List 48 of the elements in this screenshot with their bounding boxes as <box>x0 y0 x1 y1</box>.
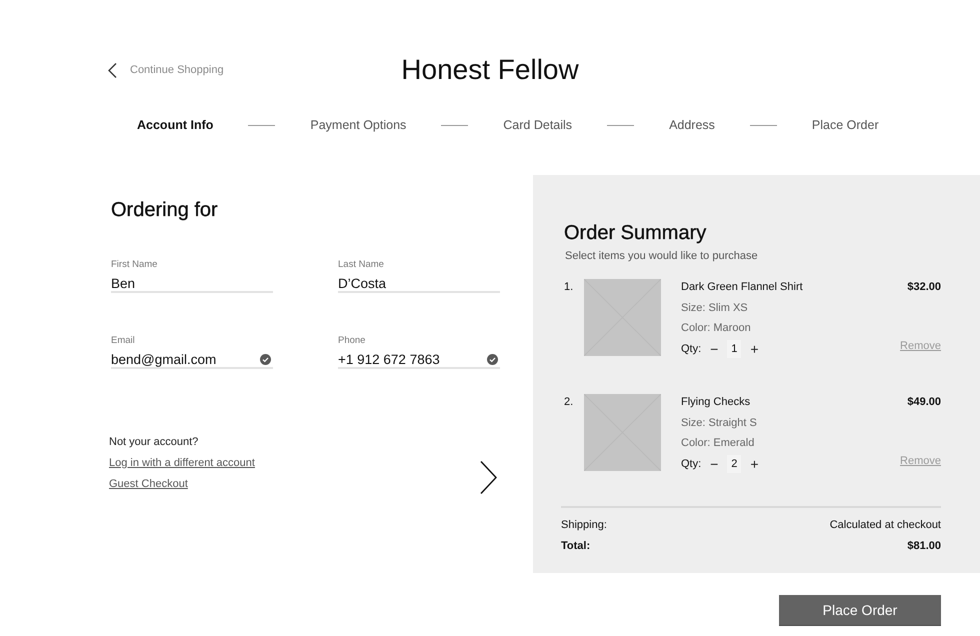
product-name: Dark Green Flannel Shirt <box>681 280 803 295</box>
increase-quantity-button[interactable]: + <box>748 456 761 472</box>
total-value: $81.00 <box>907 539 941 553</box>
increase-quantity-button[interactable]: + <box>748 340 761 357</box>
input-field[interactable]: bend@gmail.com <box>111 351 273 369</box>
check-circle-icon <box>487 354 498 364</box>
place-order-button[interactable]: Place Order <box>779 595 941 626</box>
field-label: Last Name <box>338 259 384 270</box>
total-label: Total: <box>561 539 590 553</box>
checkout-step-tab[interactable]: Address <box>669 118 715 132</box>
product-name: Flying Checks <box>681 395 750 410</box>
section-heading: Ordering for <box>111 198 218 222</box>
decrease-quantity-button[interactable]: − <box>708 340 720 357</box>
check-circle-icon <box>260 354 271 364</box>
chevron-left-icon <box>108 62 117 78</box>
decrease-quantity-button[interactable]: − <box>708 456 720 472</box>
item-number: 2. <box>564 395 574 409</box>
quantity-label: Qty: <box>681 456 702 472</box>
input-field[interactable]: +1 912 672 7863 <box>338 351 500 369</box>
shipping-value: Calculated at checkout <box>830 518 941 532</box>
checkout-step-tab[interactable]: Account Info <box>137 118 214 132</box>
field-label: Phone <box>338 335 366 346</box>
product-color: Color: Maroon <box>681 321 751 336</box>
quantity-field[interactable]: 2 <box>727 454 742 473</box>
account-prompt: Not your account? <box>109 435 198 449</box>
quantity-field[interactable]: 1 <box>727 340 742 358</box>
checkout-step-tab[interactable]: Card Details <box>503 118 572 132</box>
product-color: Color: Emerald <box>681 436 754 451</box>
store-title: Honest Fellow <box>401 53 579 87</box>
checkout-step-tab[interactable]: Place Order <box>812 118 879 132</box>
shipping-label: Shipping: <box>561 518 607 532</box>
field-label: First Name <box>111 259 158 270</box>
quantity-label: Qty: <box>681 342 702 356</box>
product-price: $49.00 <box>907 395 941 410</box>
input-field[interactable]: D’Costa <box>338 275 500 293</box>
chevron-right-icon <box>480 461 497 494</box>
section-heading: Order Summary <box>564 221 706 245</box>
summary-subtitle: Select items you would like to purchase <box>565 249 758 263</box>
field-label: Email <box>111 335 135 346</box>
account-link[interactable]: Guest Checkout <box>109 477 188 491</box>
product-price: $32.00 <box>907 280 941 295</box>
input-field[interactable]: Ben <box>111 275 273 293</box>
item-number: 1. <box>564 280 574 294</box>
checkout-step-tab[interactable]: Payment Options <box>310 118 406 132</box>
account-link[interactable]: Log in with a different account <box>109 456 255 470</box>
product-size: Size: Slim XS <box>681 300 748 316</box>
next-button[interactable] <box>480 461 497 494</box>
product-size: Size: Straight S <box>681 416 757 430</box>
